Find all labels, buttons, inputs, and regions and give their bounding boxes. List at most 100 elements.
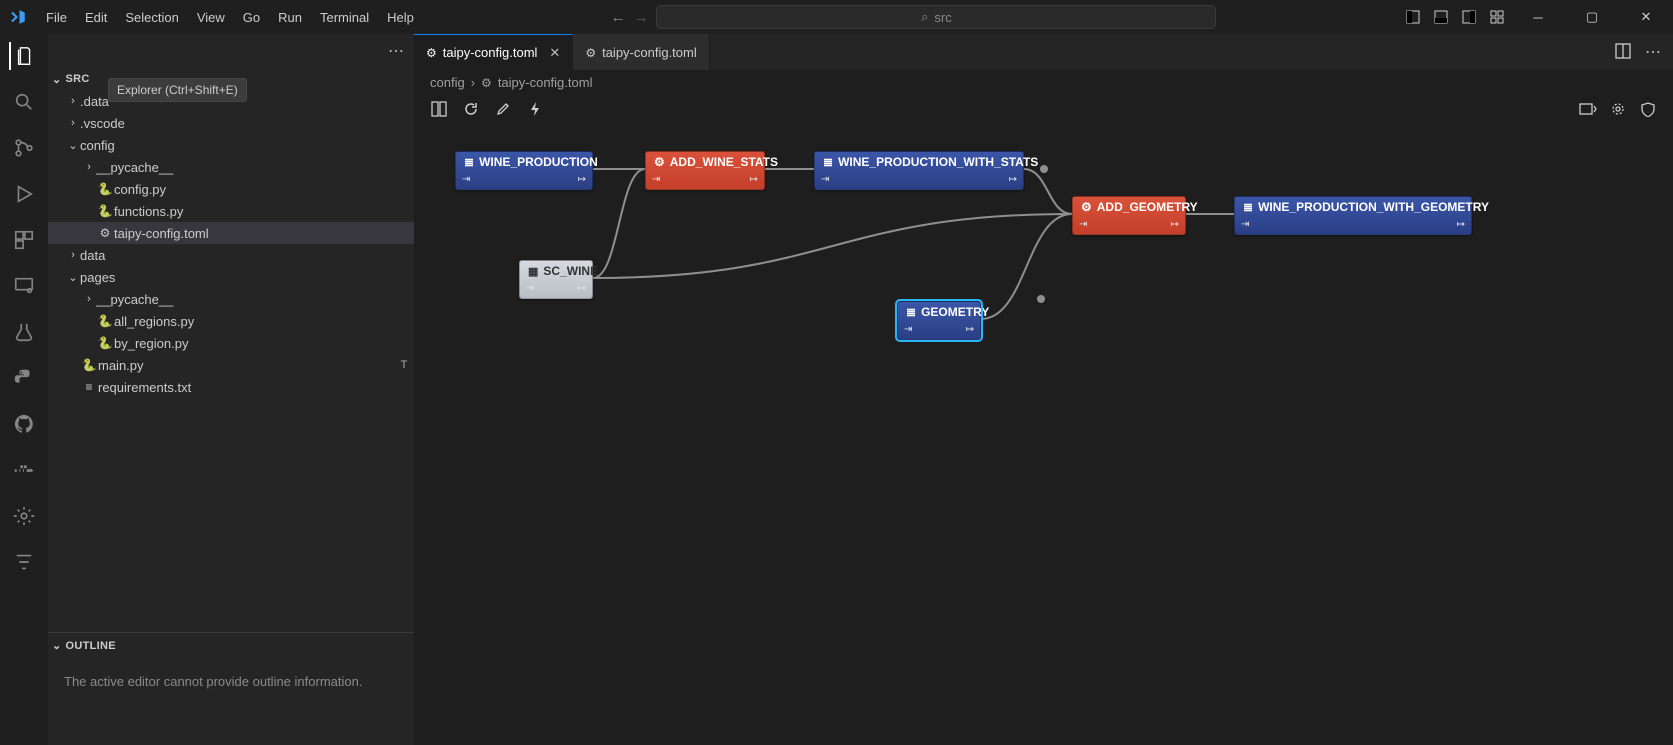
breadcrumb-item[interactable]: taipy-config.toml: [498, 75, 593, 90]
diagram-node-ag[interactable]: ADD_GEOMETRY⇥↦: [1072, 196, 1186, 235]
chevron-down-icon: ⌄: [52, 73, 62, 86]
port-in-icon[interactable]: ⇥: [1079, 219, 1087, 230]
python-file-icon: 🐍: [96, 336, 114, 350]
python-file-icon: 🐍: [96, 204, 114, 218]
port-in-icon[interactable]: ⇥: [652, 174, 660, 185]
port-out-icon[interactable]: ↦: [1171, 219, 1179, 230]
menu-selection[interactable]: Selection: [117, 6, 186, 29]
diagram-node-wps[interactable]: WINE_PRODUCTION_WITH_STATS⇥↦: [814, 151, 1024, 190]
node-label: SC_WINE: [543, 264, 598, 278]
activity-python-icon[interactable]: [10, 364, 38, 392]
tree-folder[interactable]: ⌄pages: [48, 266, 414, 288]
activity-remote-icon[interactable]: [10, 272, 38, 300]
chevron-down-icon: ⌄: [66, 271, 80, 284]
split-editor-icon[interactable]: [1615, 43, 1631, 62]
nav-arrows: ← →: [610, 9, 648, 26]
activity-run-debug-icon[interactable]: [10, 180, 38, 208]
tree-folder[interactable]: ›data: [48, 244, 414, 266]
diagram-node-aws[interactable]: ADD_WINE_STATS⇥↦: [645, 151, 765, 190]
outline-header[interactable]: ⌄ OUTLINE: [48, 632, 414, 658]
layout-customize-icon[interactable]: [1489, 9, 1505, 25]
port-out-icon[interactable]: ↦: [1457, 219, 1465, 230]
layout-toggle-secondary-icon[interactable]: [1461, 9, 1477, 25]
diagram-edges: [414, 124, 1673, 745]
port-in-icon[interactable]: ⇥: [462, 174, 470, 185]
chevron-right-icon: ›: [82, 161, 96, 173]
tab-label: taipy-config.toml: [602, 45, 697, 60]
menu-run[interactable]: Run: [270, 6, 310, 29]
gear-icon: [481, 75, 492, 90]
port-in-icon[interactable]: ⇥: [526, 283, 534, 294]
port-in-icon[interactable]: ⇥: [821, 174, 829, 185]
nav-back-icon[interactable]: ←: [610, 9, 625, 26]
diagram-node-sc[interactable]: SC_WINE⇥↦: [519, 260, 593, 299]
nav-forward-icon[interactable]: →: [633, 9, 648, 26]
port-out-icon[interactable]: ↦: [578, 174, 586, 185]
node-label: WINE_PRODUCTION: [479, 155, 598, 169]
tree-file[interactable]: ≡requirements.txt: [48, 376, 414, 398]
menu-edit[interactable]: Edit: [77, 6, 115, 29]
breadcrumb[interactable]: config › taipy-config.toml: [414, 70, 1673, 94]
layout-toggle-primary-icon[interactable]: [1405, 9, 1421, 25]
tree-file[interactable]: 🐍functions.py: [48, 200, 414, 222]
window-close-button[interactable]: ✕: [1625, 2, 1667, 32]
activity-github-icon[interactable]: [10, 410, 38, 438]
activity-explorer-icon[interactable]: [9, 42, 37, 70]
tree-file[interactable]: 🐍config.py: [48, 178, 414, 200]
window-maximize-button[interactable]: ▢: [1571, 2, 1613, 32]
layout-toggle-panel-icon[interactable]: [1433, 9, 1449, 25]
menu-go[interactable]: Go: [235, 6, 268, 29]
menu-view[interactable]: View: [189, 6, 233, 29]
python-file-icon: 🐍: [96, 314, 114, 328]
activity-source-control-icon[interactable]: [10, 134, 38, 162]
diagram-canvas[interactable]: WINE_PRODUCTION⇥↦ADD_WINE_STATS⇥↦WINE_PR…: [414, 124, 1673, 745]
tree-folder[interactable]: ›__pycache__: [48, 156, 414, 178]
port-out-icon[interactable]: ↦: [750, 174, 758, 185]
port-in-icon[interactable]: ⇥: [1241, 219, 1249, 230]
tree-folder[interactable]: ⌄config: [48, 134, 414, 156]
chevron-right-icon: ›: [471, 75, 475, 90]
diagram-node-geo[interactable]: GEOMETRY⇥↦: [897, 301, 981, 340]
sidebar-more-icon[interactable]: ⋯: [388, 41, 404, 61]
editor-tab[interactable]: taipy-config.toml: [573, 34, 709, 70]
diagram-node-wp[interactable]: WINE_PRODUCTION⇥↦: [455, 151, 593, 190]
explorer-sidebar: Explorer (Ctrl+Shift+E) ⋯ ⌄ SRC ›.data›.…: [48, 34, 414, 745]
lightning-icon[interactable]: [526, 100, 544, 118]
breadcrumb-item[interactable]: config: [430, 75, 465, 90]
panel-icon-1[interactable]: [1579, 100, 1597, 118]
editor-tab[interactable]: taipy-config.toml✕: [414, 34, 573, 70]
layout-icon[interactable]: [430, 100, 448, 118]
more-actions-icon[interactable]: ⋯: [1645, 42, 1661, 62]
port-out-icon[interactable]: ↦: [966, 324, 974, 335]
refresh-icon[interactable]: [462, 100, 480, 118]
panel-icon-2[interactable]: [1609, 100, 1627, 118]
tree-item-label: all_regions.py: [114, 314, 414, 329]
port-out-icon[interactable]: ↦: [1009, 174, 1017, 185]
tree-item-label: __pycache__: [96, 292, 414, 307]
panel-icon-3[interactable]: [1639, 100, 1657, 118]
menu-file[interactable]: File: [38, 6, 75, 29]
window-minimize-button[interactable]: ─: [1517, 2, 1559, 32]
activity-docker-icon[interactable]: [10, 456, 38, 484]
close-icon[interactable]: ✕: [549, 45, 560, 61]
diagram-node-wpg[interactable]: WINE_PRODUCTION_WITH_GEOMETRY⇥↦: [1234, 196, 1472, 235]
command-center[interactable]: ⌕ src: [656, 5, 1216, 29]
activity-settings-gear-icon[interactable]: [10, 502, 38, 530]
tree-folder[interactable]: ›.vscode: [48, 112, 414, 134]
outline-empty-message: The active editor cannot provide outline…: [60, 666, 402, 697]
tree-file[interactable]: 🐍all_regions.py: [48, 310, 414, 332]
tree-file[interactable]: taipy-config.toml: [48, 222, 414, 244]
tree-file[interactable]: 🐍by_region.py: [48, 332, 414, 354]
tree-file[interactable]: 🐍main.pyT: [48, 354, 414, 376]
activity-filter-icon[interactable]: [10, 548, 38, 576]
tree-folder[interactable]: ›__pycache__: [48, 288, 414, 310]
port-out-icon[interactable]: ↦: [578, 283, 586, 294]
chevron-right-icon: ›: [82, 293, 96, 305]
port-in-icon[interactable]: ⇥: [904, 324, 912, 335]
edit-icon[interactable]: [494, 100, 512, 118]
activity-extensions-icon[interactable]: [10, 226, 38, 254]
menu-terminal[interactable]: Terminal: [312, 6, 377, 29]
activity-testing-icon[interactable]: [10, 318, 38, 346]
activity-search-icon[interactable]: [10, 88, 38, 116]
menu-help[interactable]: Help: [379, 6, 422, 29]
